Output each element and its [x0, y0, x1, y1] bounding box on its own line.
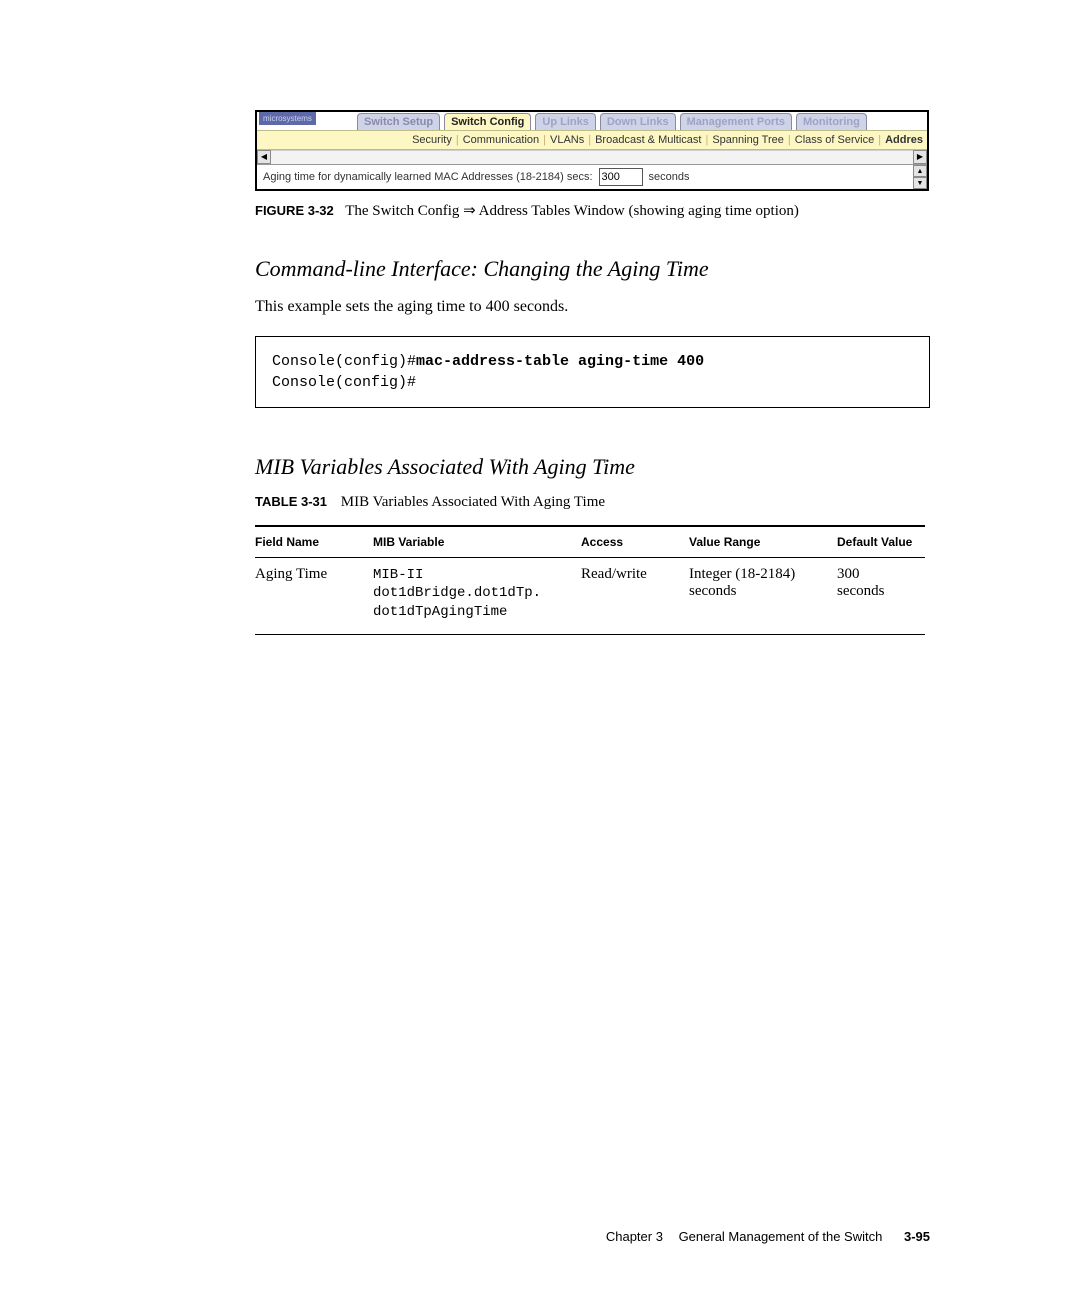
figure-caption: FIGURE 3-32 The Switch Config ⇒ Address …: [255, 201, 930, 220]
default-line-1: 300: [837, 566, 860, 582]
footer-title: General Management of the Switch: [679, 1229, 883, 1244]
subtab-spanning-tree[interactable]: Spanning Tree: [712, 134, 784, 146]
subtab-security[interactable]: Security: [412, 134, 452, 146]
code-prompt-1: Console(config)#: [272, 353, 416, 370]
tab-management-ports[interactable]: Management Ports: [680, 113, 792, 130]
spinner-up-icon[interactable]: ▲: [913, 165, 927, 177]
aging-time-label: Aging time for dynamically learned MAC A…: [263, 171, 593, 183]
th-mib-variable: MIB Variable: [373, 526, 581, 558]
figure-text: The Switch Config ⇒ Address Tables Windo…: [345, 203, 799, 219]
scroll-track[interactable]: [271, 150, 913, 164]
subtab-address[interactable]: Addres: [885, 134, 923, 146]
cell-access: Read/write: [581, 557, 689, 635]
th-field-name: Field Name: [255, 526, 373, 558]
footer-chapter: Chapter 3: [606, 1229, 663, 1244]
footer-page: 3-95: [904, 1229, 930, 1244]
section-cli-body: This example sets the aging time to 400 …: [255, 296, 930, 318]
th-access: Access: [581, 526, 689, 558]
tab-monitoring[interactable]: Monitoring: [796, 113, 867, 130]
logo-text: microsystems: [259, 112, 316, 125]
subtab-communication[interactable]: Communication: [463, 134, 539, 146]
cell-value-range: Integer (18-2184) seconds: [689, 557, 837, 635]
th-value-range: Value Range: [689, 526, 837, 558]
range-line-2: seconds: [689, 583, 737, 599]
page-footer: Chapter 3 General Management of the Swit…: [606, 1229, 930, 1244]
cell-mib-variable: MIB-II dot1dBridge.dot1dTp. dot1dTpAging…: [373, 557, 581, 635]
table-header-row: Field Name MIB Variable Access Value Ran…: [255, 526, 925, 558]
th-default-value: Default Value: [837, 526, 925, 558]
table-caption: TABLE 3-31 MIB Variables Associated With…: [255, 494, 930, 511]
default-line-2: seconds: [837, 583, 885, 599]
code-block: Console(config)#mac-address-table aging-…: [255, 336, 930, 408]
cell-field-name: Aging Time: [255, 557, 373, 635]
code-command: mac-address-table aging-time 400: [416, 353, 704, 370]
figure-lead: FIGURE 3-32: [255, 203, 334, 218]
horizontal-scrollbar[interactable]: ◀ ▶: [257, 150, 927, 165]
mib-line-3: dot1dTpAgingTime: [373, 604, 507, 620]
table-caption-text: MIB Variables Associated With Aging Time: [341, 494, 605, 510]
main-tab-bar: Switch Setup Switch Config Up Links Down…: [357, 114, 927, 130]
subtab-vlans[interactable]: VLANs: [550, 134, 584, 146]
table-lead: TABLE 3-31: [255, 494, 327, 509]
spinner-down-icon[interactable]: ▼: [913, 177, 927, 189]
scroll-right-icon[interactable]: ▶: [913, 150, 927, 164]
mib-line-2: dot1dBridge.dot1dTp.: [373, 585, 541, 601]
range-line-1: Integer (18-2184): [689, 566, 795, 582]
subtab-class-of-service[interactable]: Class of Service: [795, 134, 874, 146]
sub-tab-bar: Security| Communication| VLANs| Broadcas…: [257, 130, 927, 150]
mib-table: Field Name MIB Variable Access Value Ran…: [255, 525, 925, 636]
code-prompt-2: Console(config)#: [272, 374, 416, 391]
spinner-buttons: ▲ ▼: [913, 165, 927, 189]
content-row: Aging time for dynamically learned MAC A…: [257, 165, 927, 189]
tab-up-links[interactable]: Up Links: [535, 113, 595, 130]
tab-switch-config[interactable]: Switch Config: [444, 113, 531, 130]
section-cli-title: Command-line Interface: Changing the Agi…: [255, 256, 930, 282]
scroll-left-icon[interactable]: ◀: [257, 150, 271, 164]
figure-ui-screenshot: microsystems Switch Setup Switch Config …: [255, 110, 925, 191]
table-row: Aging Time MIB-II dot1dBridge.dot1dTp. d…: [255, 557, 925, 635]
aging-time-input[interactable]: [599, 168, 643, 186]
tab-switch-setup[interactable]: Switch Setup: [357, 113, 440, 130]
subtab-broadcast-multicast[interactable]: Broadcast & Multicast: [595, 134, 701, 146]
mib-line-1: MIB-II: [373, 567, 423, 583]
section-mib-title: MIB Variables Associated With Aging Time: [255, 454, 930, 480]
tab-down-links[interactable]: Down Links: [600, 113, 676, 130]
unit-label: seconds: [649, 171, 690, 183]
ui-window: microsystems Switch Setup Switch Config …: [255, 110, 929, 191]
cell-default-value: 300 seconds: [837, 557, 925, 635]
